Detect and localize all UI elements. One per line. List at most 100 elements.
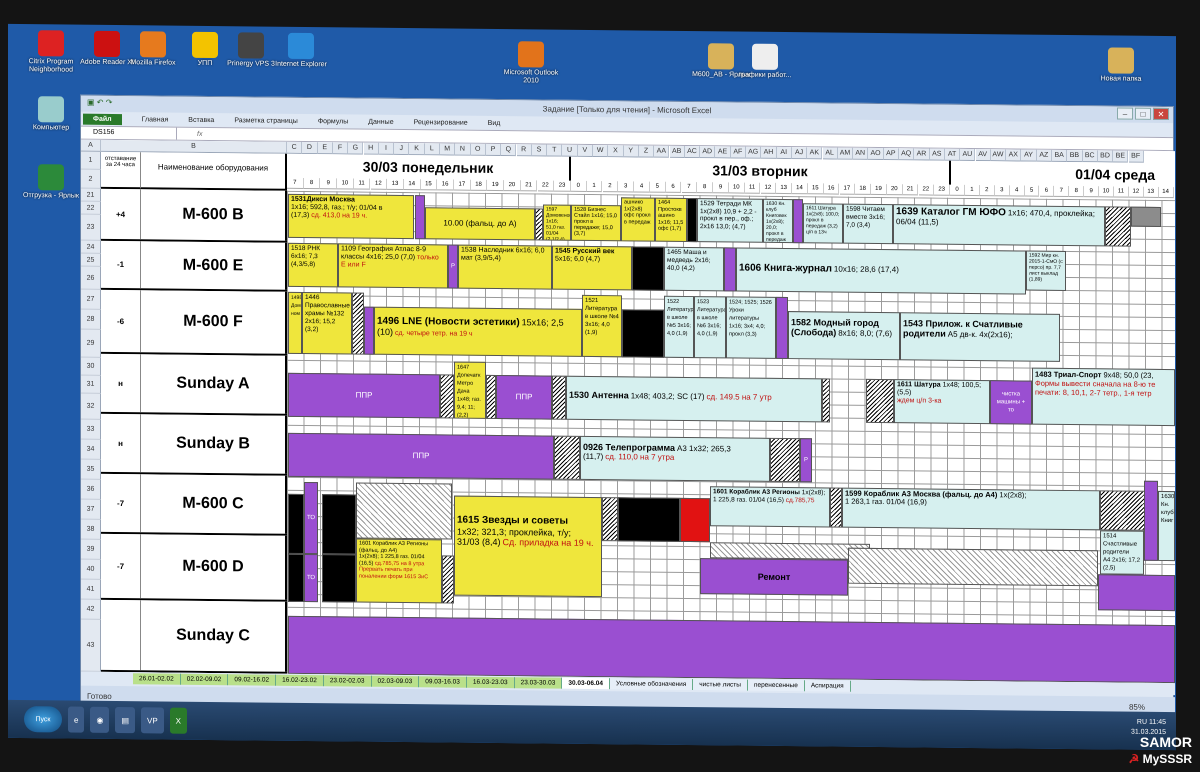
job-cleaning[interactable]: чистка машины + то [990, 380, 1032, 425]
sheet-tab[interactable]: Аспирация [804, 679, 851, 692]
column-header[interactable]: AJ [791, 147, 808, 160]
column-header[interactable]: AE [715, 146, 731, 159]
name-box[interactable]: DS156 [81, 126, 177, 140]
column-header[interactable]: D [302, 141, 318, 155]
column-header[interactable]: K [409, 143, 425, 156]
job-ppr-b[interactable]: ППР [288, 432, 554, 480]
row-header[interactable]: 27 [81, 289, 101, 310]
firefox-task-icon[interactable]: ◉ [90, 706, 110, 733]
column-header[interactable]: J [394, 142, 410, 156]
equipment-row[interactable]: -7 M-600 D [101, 533, 287, 602]
column-header[interactable]: AA [654, 145, 670, 158]
equipment-row[interactable]: -1 M-600 E [101, 240, 287, 292]
ribbon-tab[interactable]: Главная [142, 116, 169, 123]
column-header[interactable]: AQ [899, 148, 915, 161]
column-header[interactable]: AL [822, 147, 838, 160]
ribbon-tab[interactable]: Разметка страницы [234, 117, 298, 125]
column-header[interactable]: AW [990, 149, 1007, 162]
job-1599[interactable]: 1599 Кораблик А3 Москва (фальц. до А4) 1… [842, 487, 1100, 531]
column-header[interactable]: S [531, 144, 548, 157]
equipment-row[interactable]: +4 M-600 B [101, 188, 287, 243]
column-header[interactable]: G [348, 142, 364, 155]
column-header[interactable]: BC [1082, 150, 1098, 163]
column-header[interactable]: A [81, 139, 101, 152]
row-header[interactable]: 1 [81, 151, 101, 170]
column-header[interactable]: AR [914, 148, 930, 161]
job-1465[interactable]: 1465 Маша и медведь 2х16; 40,0 (4,2) [664, 246, 724, 292]
ribbon-tab[interactable]: Формулы [318, 118, 348, 125]
column-header[interactable]: Z [638, 145, 655, 158]
lang-indicator[interactable]: RU [1137, 719, 1147, 726]
row-header[interactable]: 24 [81, 240, 101, 254]
column-header[interactable]: F [332, 142, 349, 155]
job-1598[interactable]: 1598 Читаем вместе 3х16; 7,0 (3,4) [843, 203, 893, 245]
column-header[interactable]: AS [929, 148, 945, 161]
row-header[interactable]: 26 [81, 266, 101, 290]
job-1639[interactable]: 1639 Каталог ГМ ЮФО 1х16; 470,4, проклей… [893, 204, 1105, 247]
column-header[interactable]: U [562, 144, 578, 157]
sheet-tab[interactable]: 16.03-23.03 [466, 676, 515, 688]
column-header[interactable]: X [608, 145, 624, 158]
job-1529[interactable]: 1529 Тетради МК 1х(2х8) 10,9 + 2,2 - про… [697, 198, 763, 243]
job-1606[interactable]: 1606 Книга-журнал 10х16; 28,6 (17,4) [736, 247, 1026, 295]
row-header[interactable]: 25 [81, 253, 101, 267]
job-1615[interactable]: 1615 Звезды и советы 1х32; 321,3; проклей… [454, 495, 602, 598]
row-header[interactable]: 33 [81, 419, 101, 440]
sheet-tab[interactable]: 09.02-16.02 [228, 673, 277, 686]
desktop-icon[interactable]: Отгрузка - Ярлык [18, 164, 84, 201]
job-ppr-a[interactable]: ППР [288, 372, 440, 419]
job-1531[interactable]: 1531Дикси Москва 1х16; 592,8, газ.; т/у; … [288, 193, 414, 240]
desktop-icon[interactable]: Internet Explorer [268, 32, 334, 70]
vps-task-icon[interactable]: VP [141, 707, 164, 734]
job-ppr-a2[interactable]: ППР [496, 374, 552, 420]
job-1524[interactable]: 1524; 1525; 1526 Уроки литературы 1х16; … [726, 296, 776, 359]
column-header[interactable]: P [485, 143, 502, 157]
sheet-tab[interactable]: 30.03-06.04 [562, 677, 611, 689]
column-header[interactable]: AO [868, 147, 884, 161]
column-header[interactable]: L [424, 143, 440, 156]
job-0926[interactable]: 0926 Телепрограмма А3 1х32; 265,3 (11,7) … [580, 435, 770, 482]
row-header[interactable]: 31 [81, 375, 101, 394]
job-1630[interactable]: 1630 Кн. клуб Книговек 1х(2х8); 20,0; пр… [763, 198, 793, 244]
job-1514[interactable]: 1514 Счастливые родители А4 2х16; 17,2 (2… [1100, 530, 1144, 575]
job-1530[interactable]: 1530 Антенна 1х48; 403,2; SC (17) сд. 14… [566, 375, 822, 423]
equipment-row[interactable]: н Sunday A [101, 353, 287, 416]
column-header[interactable]: AM [837, 147, 854, 160]
job-1523[interactable]: 1523 Литература в школе №6 3х16; 4,0 (1,… [694, 296, 726, 359]
row-header[interactable]: 28 [81, 309, 101, 330]
job-1611-b[interactable]: 1611 Шатура 1х(2х8); 100,0; прокл в пере… [803, 203, 843, 244]
job-1464[interactable]: 1464 Простокв ашино 1х16; 11,5 офс (1,7) [655, 197, 687, 242]
row-header[interactable]: 38 [81, 519, 101, 540]
sheet-tab[interactable]: 02.03-09.03 [371, 675, 420, 687]
row-header[interactable]: 34 [81, 439, 101, 460]
row-header[interactable]: 35 [81, 459, 101, 480]
job-1601-c[interactable]: 1601 Кораблик А3 Регионы 1х(2х8); 1 225,… [710, 486, 830, 528]
row-header[interactable]: 30 [81, 357, 101, 376]
job-1538[interactable]: 1538 Наследник 6х16; 6,0 мат (3,9/5,4) [458, 244, 552, 290]
row-header[interactable]: 43 [81, 619, 101, 672]
column-header[interactable]: E [317, 142, 333, 155]
column-header[interactable]: C [287, 141, 303, 154]
sheet-tab[interactable]: 26.01-02.02 [133, 672, 181, 685]
column-header[interactable]: BE [1113, 150, 1129, 163]
job-1498[interactable]: 1498 Дом ном [288, 291, 302, 354]
column-header[interactable]: Y [623, 145, 639, 158]
sheet-tab[interactable]: 23.03-30.03 [514, 676, 563, 689]
job-1630-c[interactable]: 1630 Кн. клуб Книг [1158, 490, 1175, 562]
minimize-icon[interactable]: – [1117, 107, 1133, 120]
sheet-tab[interactable]: 23.02-02.03 [323, 674, 372, 687]
ie-task-icon[interactable]: e [68, 706, 85, 733]
job-1592[interactable]: 1592 Мир кн. 2015-1-СмО (с персо) пр. 7,… [1026, 250, 1066, 291]
job-1496[interactable]: 1496 LNE (Новости эстетики) 15х16; 2,5 (1… [374, 306, 582, 357]
column-header[interactable]: BF [1128, 150, 1144, 163]
column-header[interactable]: AB [669, 145, 685, 158]
zoom-level[interactable]: 85% [1129, 703, 1145, 712]
start-button[interactable]: Пуск [24, 706, 62, 733]
row-header[interactable]: 22 [81, 201, 101, 215]
job-1545[interactable]: 1545 Русский век 5х16; 6,0 (4,7) [552, 245, 632, 291]
column-header[interactable]: AV [975, 149, 991, 162]
column-header[interactable]: Q [501, 144, 517, 157]
column-header[interactable]: AI [776, 146, 792, 160]
row-header[interactable]: 41 [81, 579, 101, 600]
close-icon[interactable]: ✕ [1153, 107, 1169, 121]
